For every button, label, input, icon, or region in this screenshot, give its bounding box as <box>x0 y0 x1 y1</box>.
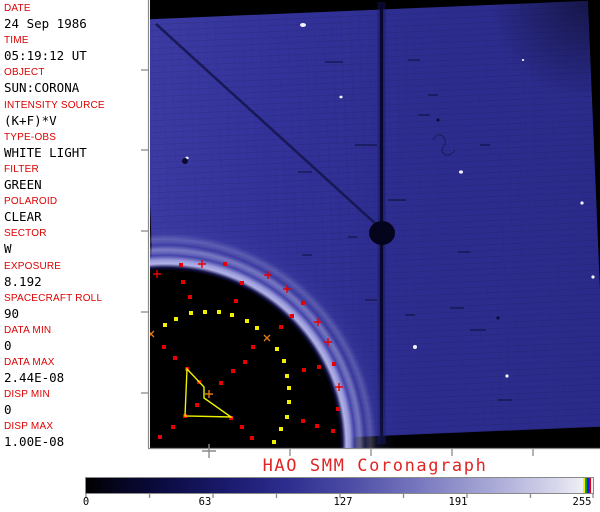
metadata-value: 2.44E-08 <box>4 370 65 386</box>
film-squiggle-defect <box>432 134 456 156</box>
metadata-label: SPACECRAFT ROLL <box>4 292 103 304</box>
metadata-entry-object: OBJECT SUN:CORONA <box>0 67 148 99</box>
occulting-disk <box>150 215 395 448</box>
colorbar-label-255: 255 <box>572 496 592 508</box>
intensity-colorbar <box>85 477 594 494</box>
metadata-label: INTENSITY SOURCE <box>4 99 105 111</box>
metadata-label: SECTOR <box>4 228 47 240</box>
metadata-value: WHITE LIGHT <box>4 144 87 160</box>
metadata-label: OBJECT <box>4 67 45 79</box>
metadata-entry-disp-min: DISP MIN 0 <box>0 389 148 421</box>
metadata-entry-type-obs: TYPE-OBS WHITE LIGHT <box>0 132 148 164</box>
metadata-value: 0 <box>4 337 12 353</box>
occulter-blob <box>369 221 395 245</box>
metadata-entry-exposure: EXPOSURE 8.192 <box>0 261 148 293</box>
metadata-label: DATE <box>4 3 31 14</box>
image-caption: HAO SMM Coronagraph <box>262 456 488 476</box>
metadata-value: CLEAR <box>4 209 42 225</box>
metadata-label: DISP MIN <box>4 389 50 401</box>
metadata-value: W <box>4 241 12 257</box>
colorbar-label-63: 63 <box>198 496 212 508</box>
metadata-label: EXPOSURE <box>4 260 62 272</box>
colorbar-label-191: 191 <box>448 496 468 508</box>
colorbar-stripe-red <box>589 478 592 493</box>
metadata-label: DATA MAX <box>4 357 55 369</box>
metadata-entry-data-max: DATA MAX 2.44E-08 <box>0 357 148 389</box>
metadata-entry-date: DATE 24 Sep 1986 <box>0 3 148 35</box>
metadata-entry-time: TIME 05:19:12 UT <box>0 35 148 67</box>
metadata-value: 90 <box>4 305 20 321</box>
metadata-label: DATA MIN <box>4 324 52 336</box>
image-markers <box>150 2 595 448</box>
metadata-value: 1.00E-08 <box>4 434 65 450</box>
metadata-value: 24 Sep 1986 <box>4 16 87 31</box>
metadata-label: TIME <box>4 35 29 47</box>
metadata-value: GREEN <box>4 176 42 192</box>
metadata-value: 0 <box>4 402 12 418</box>
metadata-label: DISP MAX <box>4 421 54 433</box>
metadata-label: POLAROID <box>4 196 58 208</box>
metadata-value: 05:19:12 UT <box>4 48 87 64</box>
app-window: DATE 24 Sep 1986 TIME 05:19:12 UT OBJECT SUN:… <box>0 0 600 512</box>
metadata-entry-data-min: DATA MIN 0 <box>0 325 148 357</box>
metadata-entry-polaroid: POLAROID CLEAR <box>0 196 148 228</box>
metadata-entry-sector: SECTOR W <box>0 228 148 260</box>
metadata-sidebar: DATE 24 Sep 1986 TIME 05:19:12 UT OBJECT SUN:… <box>0 0 148 450</box>
coronagraph-viewport <box>150 0 600 448</box>
metadata-entry-filter: FILTER GREEN <box>0 164 148 196</box>
metadata-entry-spacecraft-roll: SPACECRAFT ROLL 90 <box>0 293 148 325</box>
metadata-value: SUN:CORONA <box>4 80 80 96</box>
metadata-value: 8.192 <box>4 273 42 289</box>
metadata-value: (K+F)*V <box>4 112 57 128</box>
colorbar-label-0: 0 <box>82 496 90 508</box>
metadata-entry-intensity-source: INTENSITY SOURCE (K+F)*V <box>0 100 148 132</box>
metadata-entry-disp-max: DISP MAX 1.00E-08 <box>0 421 148 453</box>
colorbar-label-127: 127 <box>333 496 353 508</box>
metadata-label: FILTER <box>4 163 39 175</box>
metadata-label: TYPE-OBS <box>4 131 57 143</box>
diagonal-wire-shadow <box>155 23 379 227</box>
